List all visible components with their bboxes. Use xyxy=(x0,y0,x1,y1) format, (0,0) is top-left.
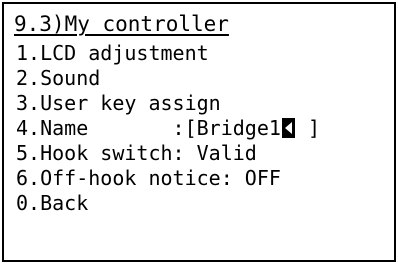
lcd-screen: 9.3)My controller 1.LCD adjustment 2.Sou… xyxy=(2,2,396,262)
cursor-left-arrow-icon xyxy=(281,118,295,138)
menu-item-name[interactable]: 4.Name :[Bridge1 ] xyxy=(16,116,320,141)
menu-item-sound[interactable]: 2.Sound xyxy=(16,66,320,91)
page-title: 9.3)My controller xyxy=(14,12,229,36)
menu-item-hook-switch[interactable]: 5.Hook switch: Valid xyxy=(16,141,320,166)
menu-item-lcd-adjustment[interactable]: 1.LCD adjustment xyxy=(16,41,320,66)
menu-list: 1.LCD adjustment 2.Sound 3.User key assi… xyxy=(16,41,320,216)
name-field-end: ] xyxy=(295,116,320,140)
menu-item-back[interactable]: 0.Back xyxy=(16,191,320,216)
name-label: 4.Name :[Bridge1 xyxy=(16,116,281,140)
menu-item-user-key-assign[interactable]: 3.User key assign xyxy=(16,91,320,116)
menu-item-off-hook-notice[interactable]: 6.Off-hook notice: OFF xyxy=(16,166,320,191)
